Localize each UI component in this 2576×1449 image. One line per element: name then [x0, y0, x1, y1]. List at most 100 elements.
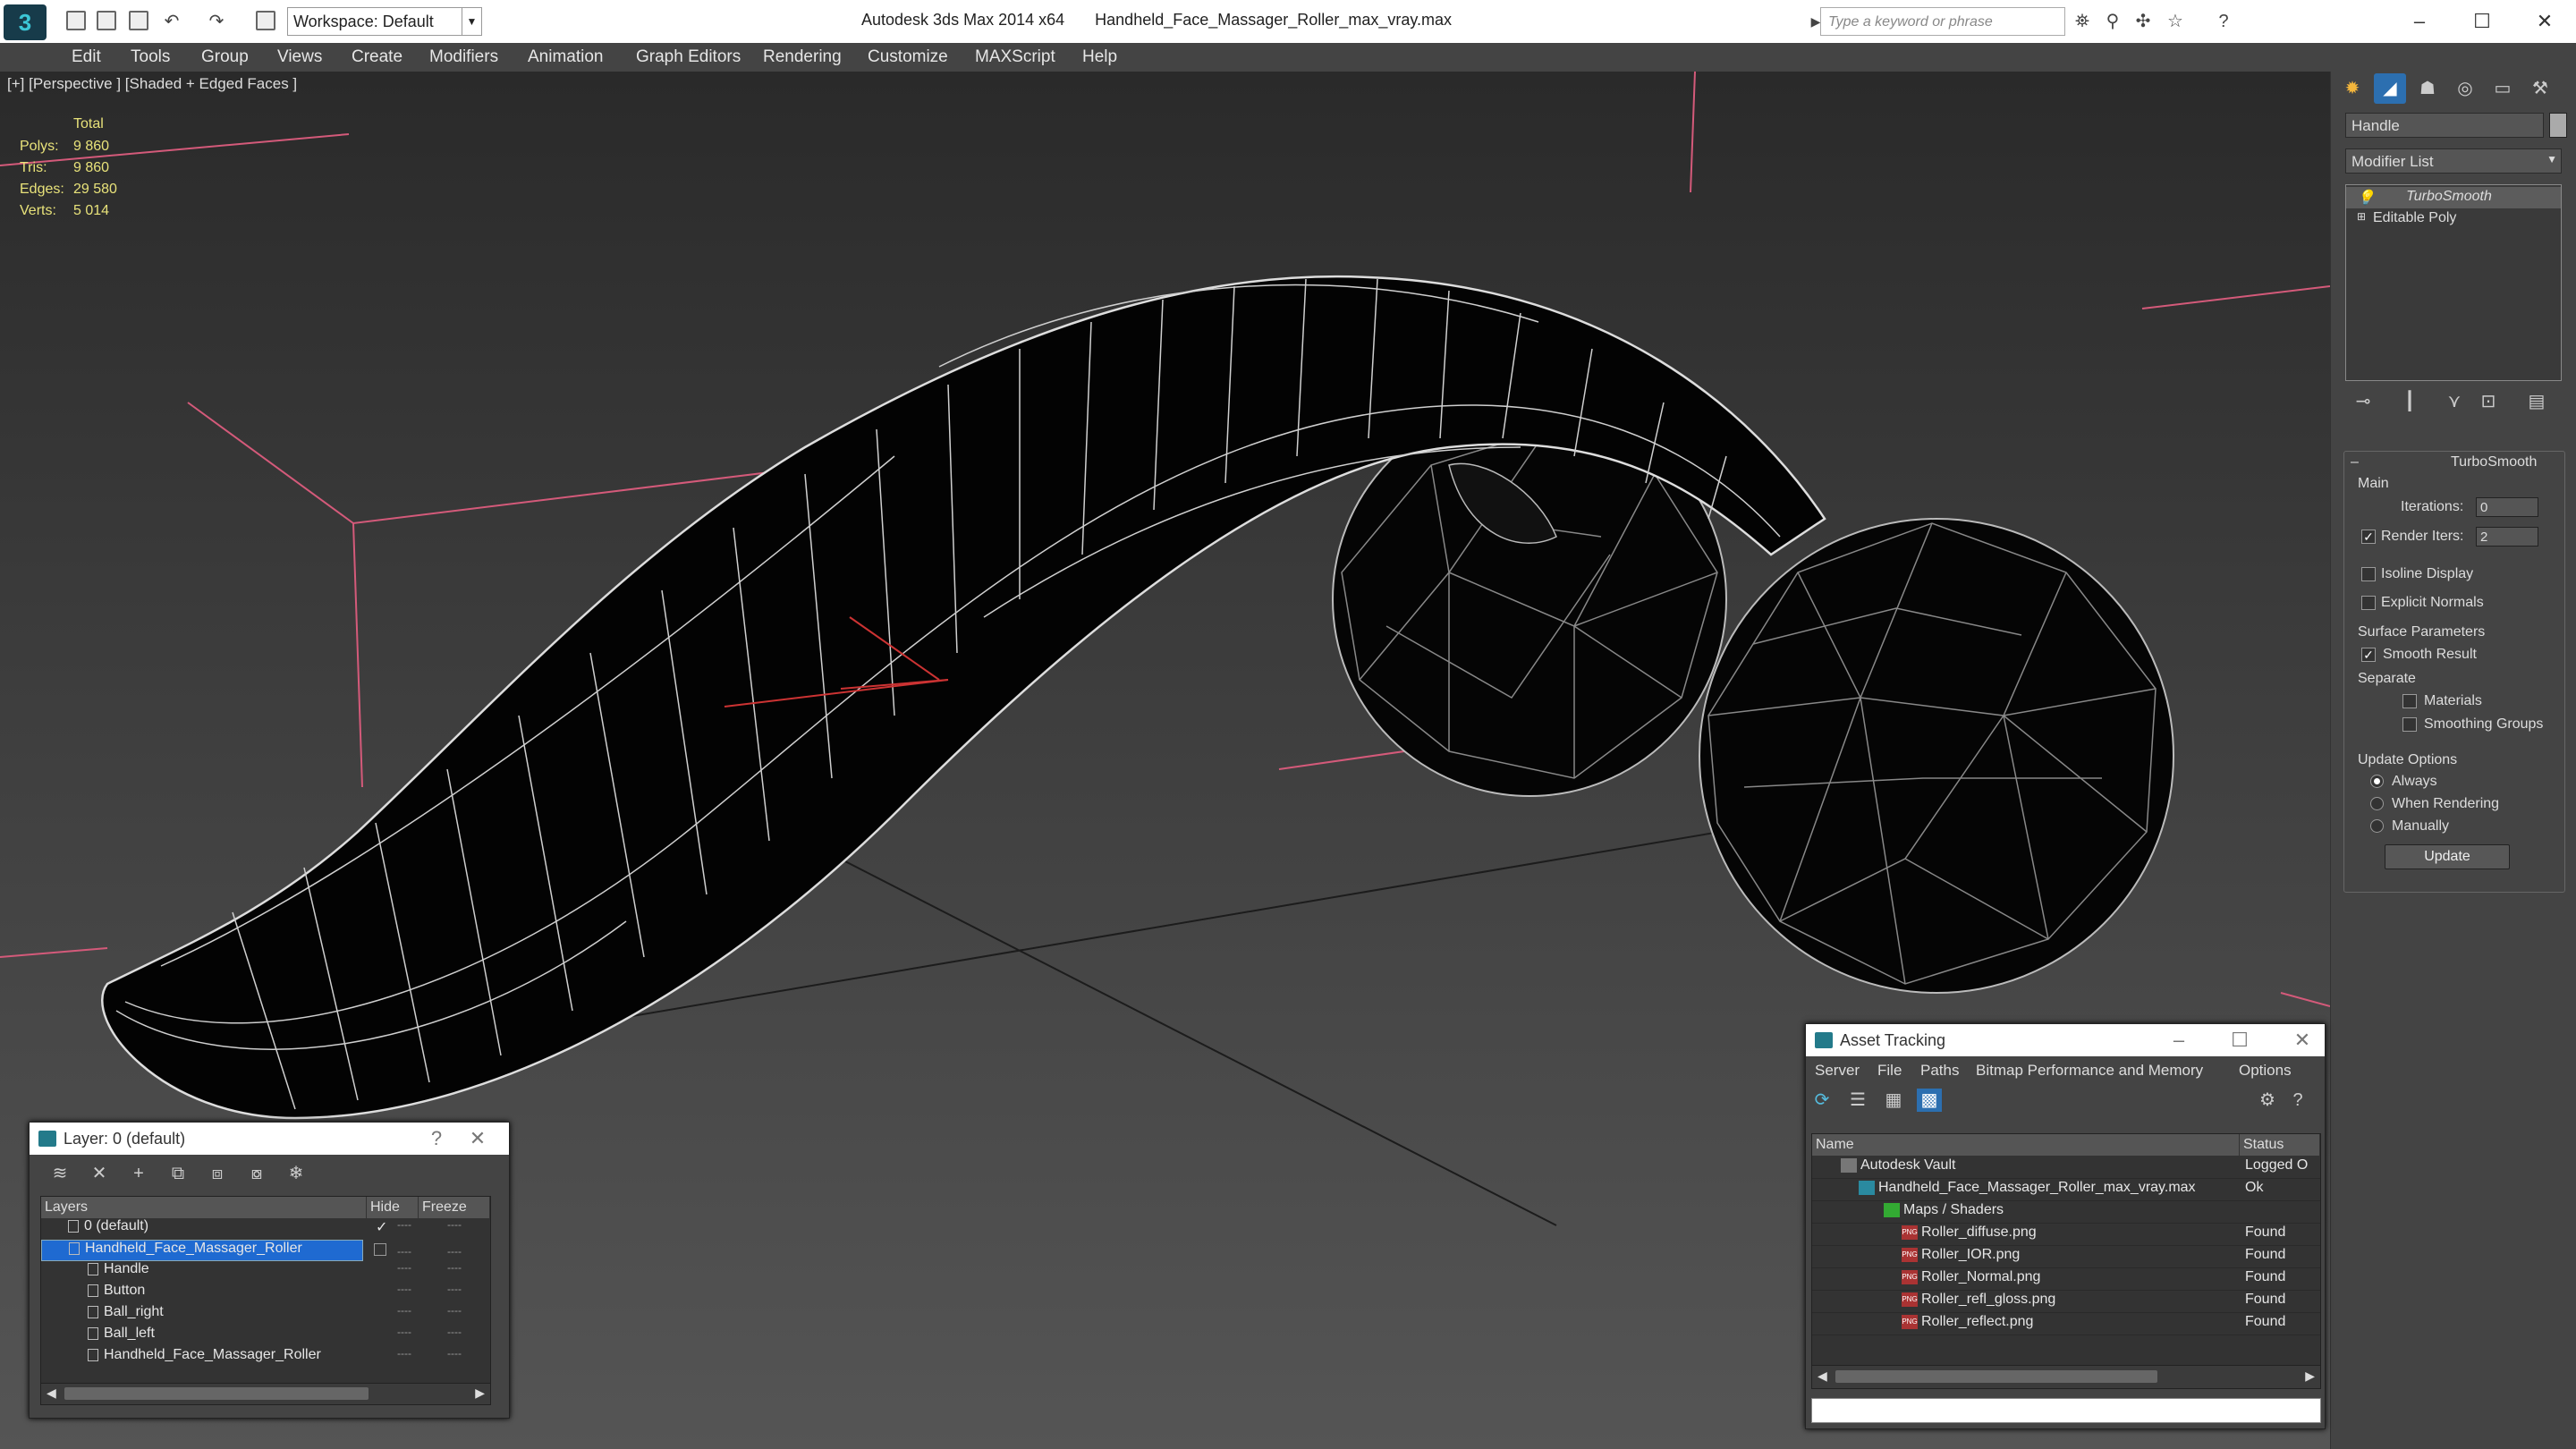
freeze-toggle[interactable]: ----: [447, 1283, 462, 1295]
object-row[interactable]: Ball_right ---- ----: [41, 1304, 490, 1326]
help-icon[interactable]: ?: [2213, 11, 2234, 32]
freeze-toggle[interactable]: ----: [447, 1304, 462, 1317]
menu-customize[interactable]: Customize: [868, 47, 948, 67]
scroll-right-icon[interactable]: ▶: [2305, 1368, 2315, 1384]
stack-item-turbosmooth[interactable]: 💡 TurboSmooth: [2346, 187, 2561, 208]
remove-modifier-icon[interactable]: ⊡: [2476, 390, 2501, 413]
expand-plus-icon[interactable]: ⊞: [2357, 210, 2366, 223]
maximize-icon[interactable]: ☐: [2226, 1028, 2253, 1053]
asset-row-max-file[interactable]: Handheld_Face_Massager_Roller_max_vray.m…: [1812, 1180, 2320, 1201]
manually-radio[interactable]: [2370, 819, 2384, 833]
minimize-icon[interactable]: –: [2397, 5, 2442, 38]
column-header-status[interactable]: Status: [2240, 1134, 2320, 1156]
binoculars-icon[interactable]: ⛯: [2072, 11, 2093, 32]
asset-row-png[interactable]: PNG Roller_IOR.png Found: [1812, 1247, 2320, 1268]
utilities-tab-icon[interactable]: ⚒: [2524, 73, 2556, 104]
asset-row-png[interactable]: PNG Roller_reflect.png Found: [1812, 1314, 2320, 1335]
detail-view-icon[interactable]: ▦: [1881, 1089, 1906, 1112]
horizontal-scrollbar[interactable]: ◀ ▶: [41, 1383, 490, 1404]
pin-stack-icon[interactable]: ⊸: [2351, 390, 2376, 413]
layer-row-selected[interactable]: Handheld_Face_Massager_Roller: [41, 1240, 363, 1261]
save-file-icon[interactable]: [129, 11, 148, 30]
modify-tab-icon[interactable]: ◢: [2374, 73, 2406, 104]
smooth-result-checkbox[interactable]: ✓: [2361, 648, 2376, 662]
menu-group[interactable]: Group: [201, 47, 249, 67]
asset-row-vault[interactable]: Autodesk Vault Logged O: [1812, 1157, 2320, 1179]
freeze-toggle[interactable]: ----: [447, 1326, 462, 1338]
hide-toggle[interactable]: ----: [397, 1283, 411, 1295]
search-icon[interactable]: ⚲: [2102, 11, 2123, 32]
update-button[interactable]: Update: [2385, 844, 2510, 869]
add-layer-icon[interactable]: +: [126, 1162, 151, 1185]
asset-tracking-titlebar[interactable]: Asset Tracking – ☐ ✕: [1806, 1024, 2325, 1056]
column-header-name[interactable]: Name: [1812, 1134, 2240, 1156]
stack-item-editable-poly[interactable]: ⊞ Editable Poly: [2346, 208, 2561, 230]
smoothing-groups-checkbox[interactable]: [2402, 717, 2417, 732]
render-iters-checkbox[interactable]: ✓: [2361, 530, 2376, 544]
collapse-minus-icon[interactable]: –: [2351, 454, 2359, 470]
column-header-hide[interactable]: Hide: [367, 1197, 419, 1218]
undo-icon[interactable]: ↶: [161, 11, 182, 32]
object-row[interactable]: Ball_left ---- ----: [41, 1326, 490, 1347]
hide-all-layers-icon[interactable]: ⧇: [244, 1162, 269, 1185]
make-unique-icon[interactable]: ⋎: [2442, 390, 2467, 413]
menu-tools[interactable]: Tools: [131, 47, 170, 67]
object-row[interactable]: Button ---- ----: [41, 1283, 490, 1304]
menu-file[interactable]: File: [1877, 1062, 1902, 1080]
new-file-icon[interactable]: [66, 11, 86, 30]
object-row[interactable]: Handheld_Face_Massager_Roller ---- ----: [41, 1347, 490, 1368]
explicit-normals-checkbox[interactable]: [2361, 596, 2376, 610]
object-color-swatch[interactable]: [2549, 113, 2567, 138]
close-icon[interactable]: ✕: [2289, 1028, 2316, 1053]
menu-server[interactable]: Server: [1815, 1062, 1860, 1080]
lightbulb-icon[interactable]: 💡: [2357, 189, 2375, 207]
motion-tab-icon[interactable]: ◎: [2449, 73, 2481, 104]
when-rendering-radio[interactable]: [2370, 797, 2384, 810]
table-view-icon[interactable]: ▩: [1917, 1089, 1942, 1112]
horizontal-scrollbar[interactable]: ◀ ▶: [1812, 1365, 2320, 1388]
menu-bitmap-performance[interactable]: Bitmap Performance and Memory: [1976, 1062, 2203, 1080]
column-header-freeze[interactable]: Freeze: [419, 1197, 490, 1218]
exchange-icon[interactable]: ✣: [2132, 11, 2154, 32]
menu-views[interactable]: Views: [277, 47, 322, 67]
hide-toggle[interactable]: ----: [397, 1218, 411, 1231]
modifier-list-dropdown[interactable]: Modifier List ▼: [2345, 148, 2562, 174]
maximize-icon[interactable]: ☐: [2460, 5, 2504, 38]
show-end-result-icon[interactable]: ┃: [2397, 390, 2422, 413]
hide-toggle[interactable]: ----: [397, 1326, 411, 1338]
menu-options[interactable]: Options: [2239, 1062, 2292, 1080]
menu-modifiers[interactable]: Modifiers: [429, 47, 498, 67]
display-tab-icon[interactable]: ▭: [2487, 73, 2519, 104]
asset-row-png[interactable]: PNG Roller_Normal.png Found: [1812, 1269, 2320, 1291]
close-icon[interactable]: ✕: [2522, 5, 2567, 38]
freeze-all-layers-icon[interactable]: ❄: [284, 1162, 309, 1185]
freeze-toggle[interactable]: ----: [447, 1261, 462, 1274]
materials-checkbox[interactable]: [2402, 694, 2417, 708]
favorites-star-icon[interactable]: ☆: [2165, 11, 2186, 32]
current-layer-box[interactable]: [374, 1243, 386, 1256]
menu-animation[interactable]: Animation: [528, 47, 604, 67]
hierarchy-tab-icon[interactable]: ☗: [2411, 73, 2444, 104]
asset-row-png[interactable]: PNG Roller_diffuse.png Found: [1812, 1224, 2320, 1246]
scroll-right-icon[interactable]: ▶: [475, 1385, 485, 1401]
vault-help-icon[interactable]: ⚙: [2255, 1089, 2280, 1112]
select-in-layer-icon[interactable]: ⧉: [165, 1162, 191, 1185]
layer-row[interactable]: 0 (default) ✓ ---- ----: [41, 1218, 490, 1240]
freeze-toggle[interactable]: ----: [447, 1347, 462, 1360]
isoline-display-checkbox[interactable]: [2361, 567, 2376, 581]
highlight-layer-icon[interactable]: ⧈: [205, 1162, 230, 1185]
render-iters-spinner[interactable]: 2: [2476, 527, 2538, 547]
minimize-icon[interactable]: –: [2165, 1028, 2192, 1053]
layer-tool-icon[interactable]: ≋: [47, 1162, 72, 1185]
delete-layer-icon[interactable]: ✕: [87, 1162, 112, 1185]
layer-window-titlebar[interactable]: Layer: 0 (default) ? ✕: [30, 1123, 509, 1155]
column-header-layers[interactable]: Layers: [41, 1197, 367, 1218]
freeze-toggle[interactable]: ----: [447, 1218, 462, 1231]
always-radio[interactable]: [2370, 775, 2384, 788]
menu-maxscript[interactable]: MAXScript: [975, 47, 1055, 67]
refresh-icon[interactable]: ⟳: [1809, 1089, 1835, 1112]
hide-toggle[interactable]: ----: [397, 1304, 411, 1317]
viewport-label[interactable]: [+] [Perspective ] [Shaded + Edged Faces…: [7, 75, 297, 93]
rollout-title[interactable]: TurboSmooth: [2451, 454, 2537, 470]
menu-rendering[interactable]: Rendering: [763, 47, 842, 67]
